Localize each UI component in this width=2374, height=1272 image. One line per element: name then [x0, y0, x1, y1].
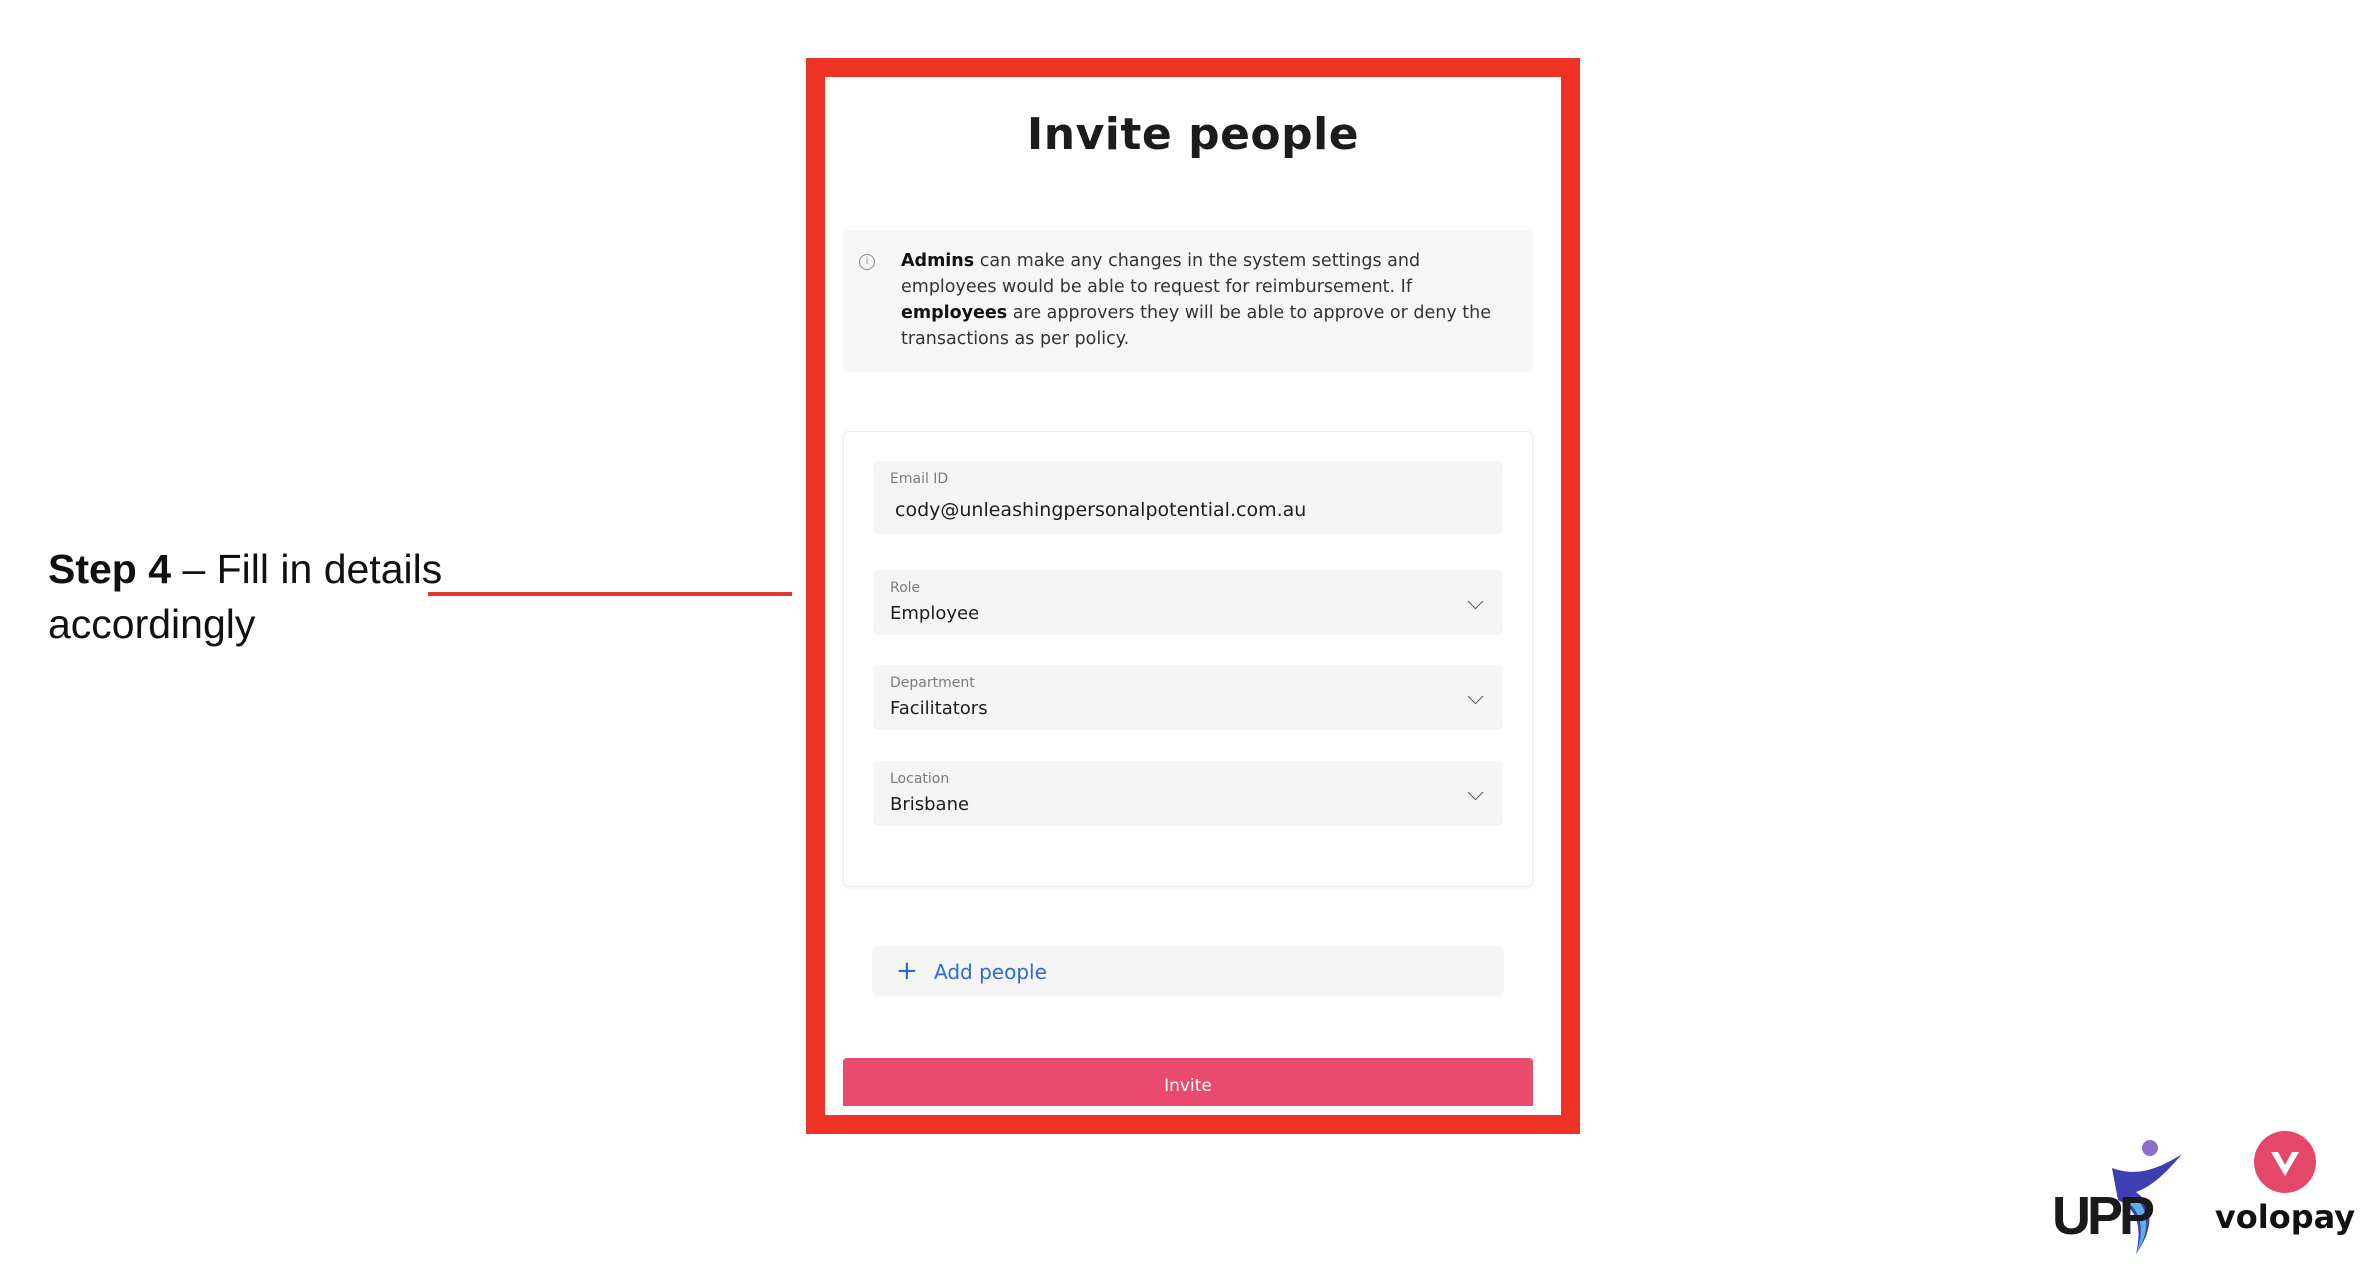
upp-logo: UPP	[2052, 1132, 2192, 1256]
chevron-down-icon[interactable]	[1467, 784, 1484, 801]
email-label: Email ID	[890, 471, 949, 487]
email-field[interactable]: Email ID cody@unleashingpersonalpotentia…	[873, 461, 1503, 534]
info-bold-employees: employees	[901, 303, 1008, 323]
add-people-button[interactable]: + Add people	[872, 946, 1504, 996]
email-value[interactable]: cody@unleashingpersonalpotential.com.au	[895, 499, 1306, 521]
info-bold-admins: Admins	[901, 251, 975, 271]
volopay-icon	[2254, 1131, 2316, 1193]
location-value: Brisbane	[890, 794, 970, 815]
department-label: Department	[890, 675, 975, 691]
role-value: Employee	[890, 603, 980, 624]
volopay-wordmark: volopay	[2214, 1198, 2356, 1236]
location-select[interactable]: Location Brisbane	[873, 761, 1503, 826]
info-text: Admins can make any changes in the syste…	[901, 248, 1513, 352]
info-text-part-1: can make any changes in the system setti…	[901, 251, 1421, 297]
info-banner: i Admins can make any changes in the sys…	[843, 230, 1533, 372]
volopay-logo: volopay	[2210, 1128, 2360, 1238]
department-value: Facilitators	[890, 698, 988, 719]
upp-logo-text: UPP	[2052, 1186, 2154, 1246]
step-number: Step 4	[48, 546, 172, 592]
step-annotation: Step 4 – Fill in details accordingly	[48, 542, 448, 652]
chevron-down-icon[interactable]	[1467, 688, 1484, 705]
upp-logo-mark: UPP	[2052, 1140, 2182, 1254]
location-label: Location	[890, 771, 950, 787]
add-people-label: Add people	[934, 960, 1047, 984]
invite-people-modal: Invite people i Admins can make any chan…	[806, 58, 1580, 1134]
person-form-card: Email ID cody@unleashingpersonalpotentia…	[843, 431, 1533, 887]
info-icon: i	[859, 254, 875, 270]
invite-button[interactable]: Invite	[843, 1058, 1533, 1106]
modal-title: Invite people	[1026, 109, 1360, 160]
annotation-pointer-line	[428, 592, 792, 596]
chevron-down-icon[interactable]	[1467, 593, 1484, 610]
plus-icon: +	[896, 956, 918, 986]
role-select[interactable]: Role Employee	[873, 570, 1503, 635]
role-label: Role	[890, 580, 921, 596]
department-select[interactable]: Department Facilitators	[873, 665, 1503, 730]
